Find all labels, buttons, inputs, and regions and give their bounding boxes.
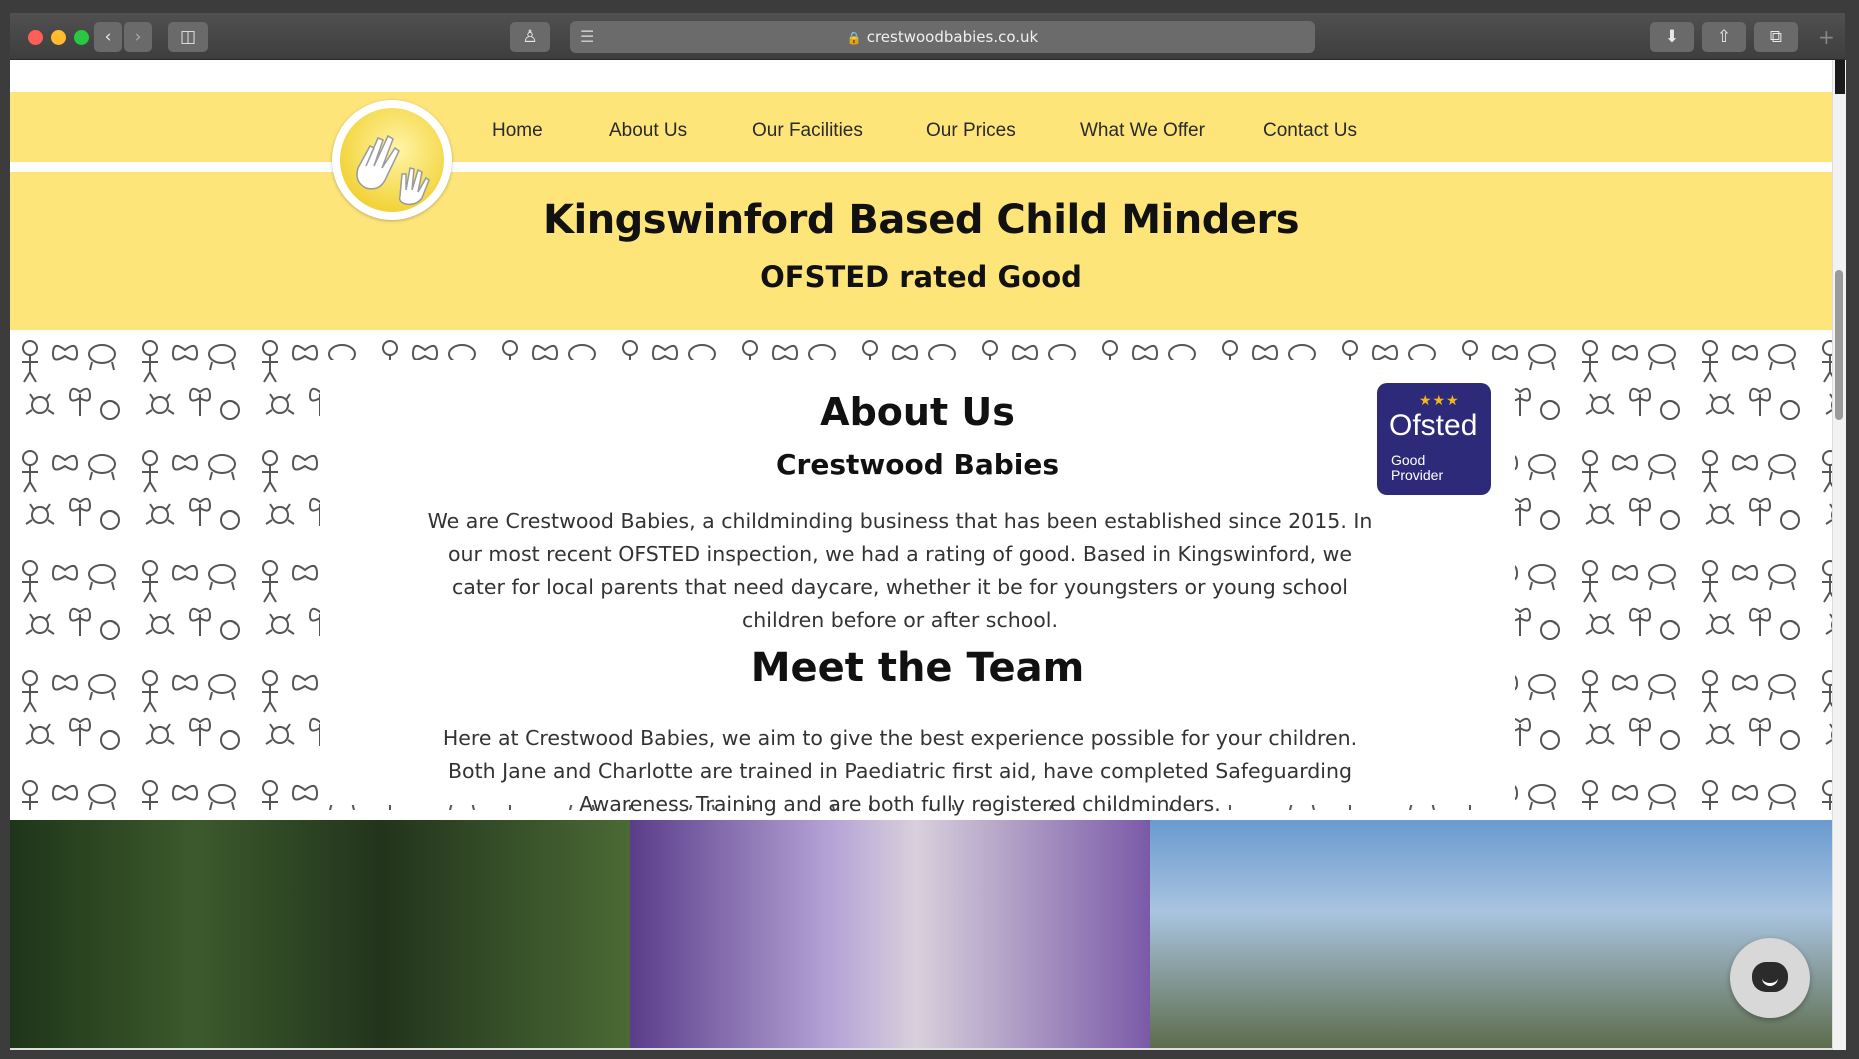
reader-view-icon[interactable]: ☰: [580, 21, 594, 53]
sidebar-toggle-button[interactable]: ◫: [168, 22, 208, 52]
accessibility-icon: ♙: [522, 27, 538, 47]
chevron-right-icon: ›: [134, 27, 142, 47]
download-icon: ⬇: [1664, 27, 1680, 47]
tabs-overview-button[interactable]: ⧉: [1754, 22, 1798, 52]
url-text: crestwoodbabies.co.uk: [866, 28, 1039, 46]
chevron-left-icon: ‹: [104, 27, 112, 47]
nav-band: [10, 92, 1832, 162]
nav-contact-us[interactable]: Contact Us: [1263, 120, 1357, 142]
about-paragraph: We are Crestwood Babies, a childminding …: [427, 509, 1373, 632]
nav-about-us[interactable]: About Us: [609, 120, 687, 142]
new-tab-button[interactable]: +: [1818, 25, 1835, 49]
page-scrollbar[interactable]: [1832, 60, 1846, 1050]
tabs-icon: ⧉: [1769, 27, 1783, 47]
sidebar-icon: ◫: [179, 27, 197, 47]
nav-our-facilities[interactable]: Our Facilities: [752, 120, 863, 142]
about-subheading: Crestwood Babies: [775, 448, 1060, 481]
scrollbar-cap: [1835, 60, 1845, 94]
nav-what-we-offer[interactable]: What We Offer: [1080, 120, 1205, 142]
address-bar[interactable]: ☰ 🔒 crestwoodbabies.co.uk: [570, 21, 1315, 53]
page-subtitle: OFSTED rated Good: [760, 260, 1082, 294]
lock-icon: 🔒: [846, 31, 862, 45]
chat-widget-button[interactable]: [1730, 938, 1810, 1018]
page-viewport: Home About Us Our Facilities Our Prices …: [10, 60, 1832, 1050]
browser-toolbar: ‹ › ◫ ♙ ☰ 🔒 crestwoodbabies.co.uk ⬇ ⇧ ⧉ +: [10, 13, 1845, 60]
minimize-window-button[interactable]: [51, 30, 66, 45]
bottom-edge: [10, 1048, 1832, 1050]
page-title: Kingswinford Based Child Minders: [542, 197, 1300, 243]
screen: ‹ › ◫ ♙ ☰ 🔒 crestwoodbabies.co.uk ⬇ ⇧ ⧉ +: [0, 0, 1859, 1059]
maximize-window-button[interactable]: [74, 30, 89, 45]
trees-photo: [1150, 820, 1832, 1050]
downloads-button[interactable]: ⬇: [1650, 22, 1694, 52]
ofsted-name: Ofsted: [1389, 409, 1478, 442]
chat-bubble-icon: [1752, 962, 1788, 992]
ofsted-rating: Good Provider: [1391, 452, 1444, 483]
nav-home[interactable]: Home: [492, 120, 543, 142]
forward-button[interactable]: ›: [124, 22, 152, 52]
back-button[interactable]: ‹: [94, 22, 122, 52]
close-window-button[interactable]: [28, 30, 43, 45]
garden-photo: [10, 820, 630, 1050]
accessibility-button[interactable]: ♙: [510, 22, 550, 52]
star-rating-icon: ★★★: [1419, 393, 1460, 409]
toy-photo: [630, 820, 1150, 1050]
about-heading: About Us: [820, 390, 1015, 434]
about-card: About Us Crestwood Babies We are Crestwo…: [320, 360, 1515, 816]
photo-gallery-strip: [10, 820, 1832, 1050]
share-icon: ⇧: [1716, 27, 1732, 47]
nav-our-prices[interactable]: Our Prices: [926, 120, 1016, 142]
team-paragraph: Here at Crestwood Babies, we aim to give…: [442, 726, 1358, 816]
title-band: [10, 172, 1832, 330]
share-button[interactable]: ⇧: [1702, 22, 1746, 52]
team-heading: Meet the Team: [750, 645, 1085, 691]
ofsted-badge: ★★★ Ofsted Good Provider: [1377, 383, 1491, 495]
header-divider: [10, 162, 1832, 172]
scrollbar-thumb[interactable]: [1835, 270, 1843, 420]
